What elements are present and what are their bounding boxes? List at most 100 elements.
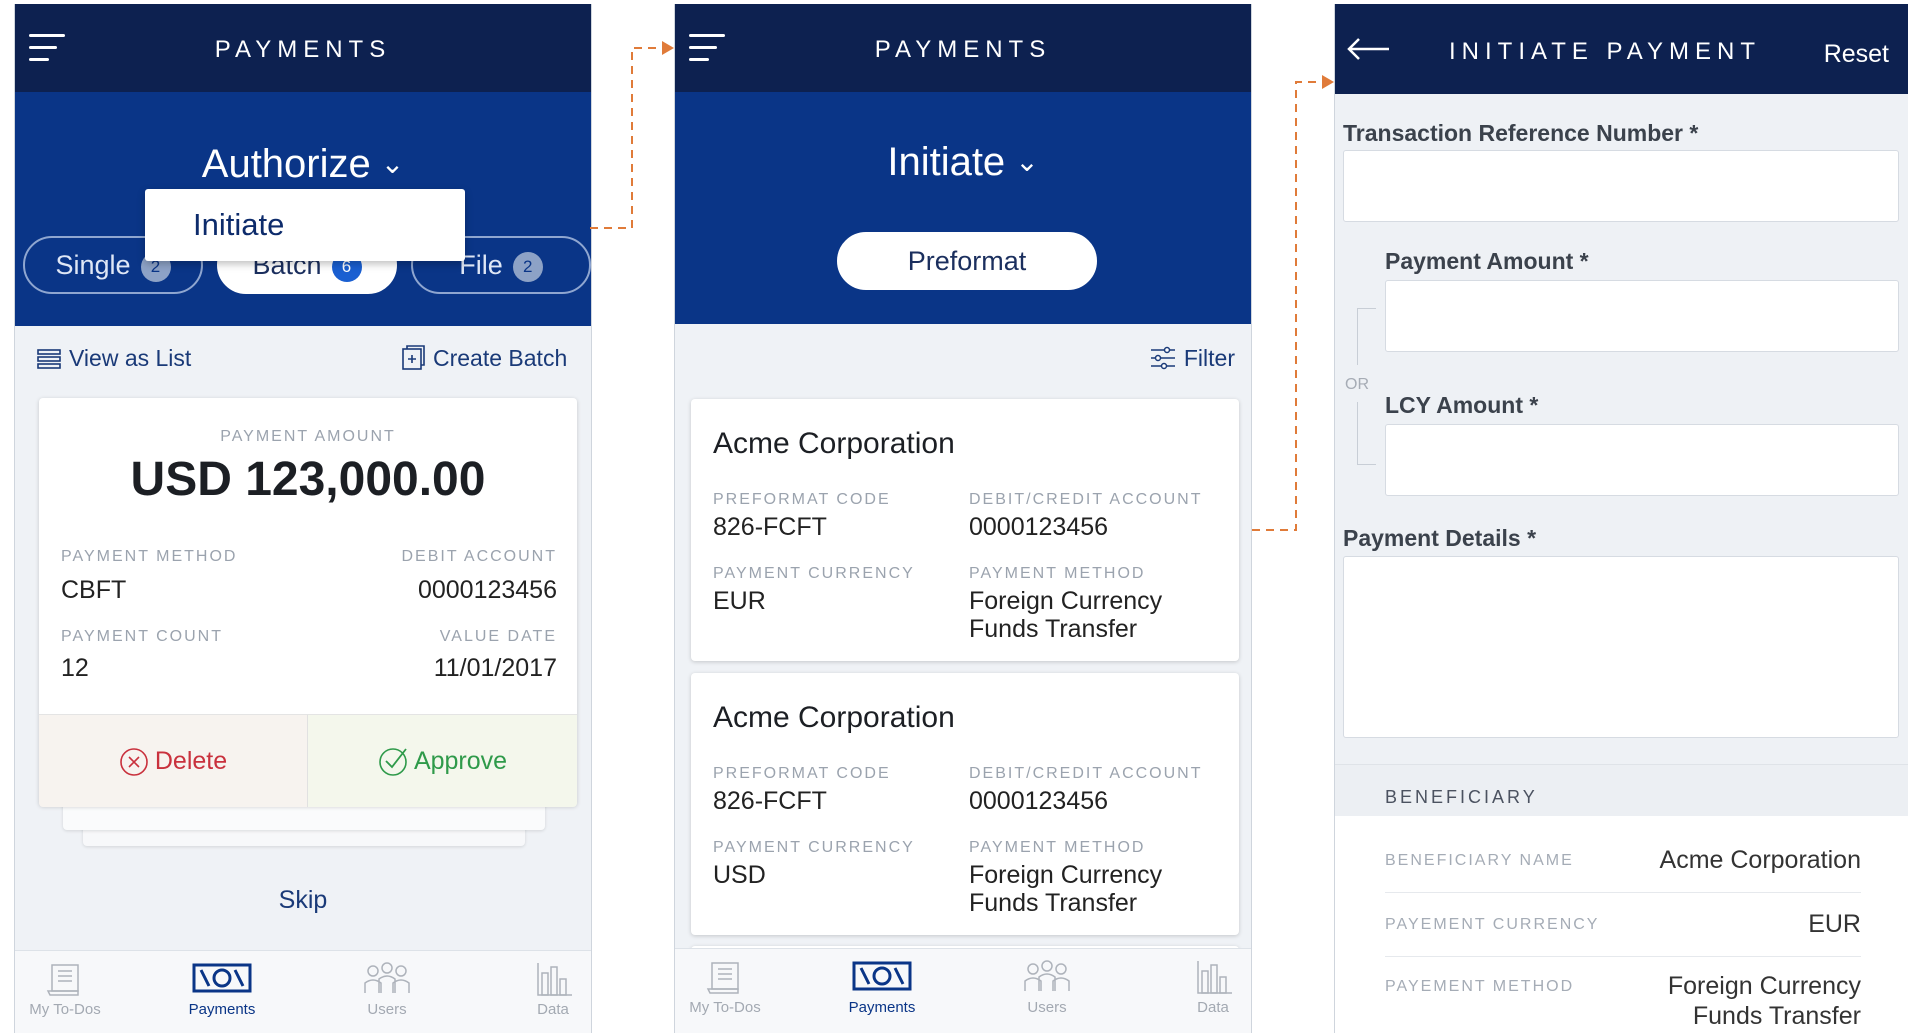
delete-button[interactable]: Delete [39, 714, 308, 807]
ref-number-label: Transaction Reference Number * [1343, 120, 1699, 146]
or-label: OR [1345, 376, 1369, 393]
currency-label: PAYMENT CURRENCY [713, 839, 915, 856]
skip-link[interactable]: Skip [15, 886, 591, 915]
code-value: 826-FCFT [713, 513, 827, 541]
flow-arrow-1 [590, 41, 674, 229]
back-arrow-icon[interactable] [1345, 36, 1391, 62]
lcy-amount-input[interactable] [1385, 424, 1899, 496]
nav-payments[interactable]: Payments [832, 957, 932, 1016]
bar-chart-icon [1197, 961, 1232, 994]
money-icon [852, 961, 912, 991]
count-label: PAYMENT COUNT [61, 628, 224, 645]
payment-amount-input[interactable] [1385, 280, 1899, 352]
filter-label: Filter [1183, 345, 1235, 371]
tab-label: File [459, 250, 503, 280]
page-title: INITIATE PAYMENT [1449, 38, 1762, 65]
filter-button[interactable]: Filter [1150, 345, 1235, 372]
nav-label: Payments [848, 999, 916, 1016]
nav-label: Data [537, 1001, 569, 1018]
debit-label: DEBIT ACCOUNT [401, 548, 557, 565]
nav-my-todos[interactable]: My To-Dos [675, 957, 775, 1016]
beneficiary-details: BENEFICIARY NAME Acme Corporation PAYEME… [1335, 816, 1908, 1033]
beneficiary-name: Acme Corporation [1659, 846, 1861, 874]
dropdown-item-initiate[interactable]: Initiate [193, 207, 284, 243]
currency-value: EUR [713, 587, 766, 615]
or-bracket [1357, 308, 1376, 365]
flow-arrow-2 [1252, 75, 1334, 531]
lcy-amount-label: LCY Amount * [1385, 392, 1539, 418]
nav-payments[interactable]: Payments [172, 959, 272, 1018]
debit-value: 0000123456 [417, 576, 557, 604]
todo-scroll-icon [706, 962, 739, 994]
method-label: PAYMENT METHOD [969, 839, 1146, 856]
mode-label: Initiate [887, 140, 1006, 184]
value-date-label: VALUE DATE [439, 628, 557, 645]
payment-details-input[interactable] [1343, 556, 1899, 738]
create-batch-label: Create Batch [433, 345, 568, 371]
delete-x-icon [120, 748, 148, 776]
value-date: 11/01/2017 [433, 654, 557, 682]
nav-data[interactable]: Data [503, 959, 591, 1018]
chevron-down-icon: ⌄ [380, 148, 405, 179]
initiate-payment-screen: INITIATE PAYMENT Reset Transaction Refer… [1334, 4, 1908, 1033]
reset-button[interactable]: Reset [1824, 40, 1889, 69]
page-title: PAYMENTS [874, 36, 1052, 63]
nav-label: Payments [188, 1001, 256, 1018]
currency-value: USD [713, 861, 766, 889]
account-value: 0000123456 [969, 513, 1109, 541]
count-badge: 2 [512, 251, 543, 282]
amount-label: PAYMENT AMOUNT [220, 428, 396, 445]
users-icon [364, 962, 410, 993]
tab-label: Single [55, 250, 131, 280]
mode-selector[interactable]: Initiate ⌄ [675, 140, 1251, 185]
count-value: 12 [61, 654, 89, 682]
nav-label: Data [1197, 999, 1229, 1016]
delete-label: Delete [154, 747, 228, 775]
nav-users[interactable]: Users [997, 957, 1097, 1016]
nav-label: Users [367, 1001, 407, 1018]
code-label: PREFORMAT CODE [713, 491, 891, 508]
method-line2: Funds Transfer [969, 615, 1138, 643]
currency-label: PAYEMENT CURRENCY [1385, 916, 1600, 933]
nav-data[interactable]: Data [1163, 957, 1251, 1016]
preformat-card[interactable]: Acme Corporation PREFORMAT CODE 826-FCFT… [691, 399, 1239, 661]
mode-selector[interactable]: Authorize ⌄ [15, 142, 591, 187]
nav-users[interactable]: Users [337, 959, 437, 1018]
filter-sliders-icon [1150, 346, 1175, 370]
method-label: PAYMENT METHOD [969, 565, 1146, 582]
ref-number-input[interactable] [1343, 150, 1899, 222]
payments-authorize-screen: PAYMENTS Authorize ⌄ Single 2 Batch 6 File 2… [14, 4, 592, 1033]
tab-preformat[interactable]: Preformat [837, 232, 1097, 290]
todo-scroll-icon [46, 964, 79, 996]
nav-label: Users [1027, 999, 1067, 1016]
nav-my-todos[interactable]: My To-Dos [15, 959, 115, 1018]
bar-chart-icon [537, 963, 572, 996]
view-as-list-link[interactable]: View as List [37, 345, 191, 372]
bottom-nav: My To-Dos Payments Users Data [15, 950, 591, 1033]
or-bracket [1357, 402, 1376, 465]
method-value: CBFT [61, 576, 127, 604]
top-bar: INITIATE PAYMENT Reset [1335, 4, 1908, 94]
batch-card[interactable]: PAYMENT AMOUNT USD 123,000.00 PAYMENT ME… [39, 398, 577, 807]
account-label: DEBIT/CREDIT ACCOUNT [969, 765, 1203, 782]
money-icon [192, 963, 252, 993]
approve-button[interactable]: Approve [308, 714, 577, 807]
account-label: DEBIT/CREDIT ACCOUNT [969, 491, 1203, 508]
method-line1: Foreign Currency [969, 861, 1163, 889]
tab-label: Preformat [907, 246, 1027, 276]
company-name: Acme Corporation [713, 427, 955, 460]
row-divider [1385, 956, 1861, 957]
payments-initiate-screen: PAYMENTS Initiate ⌄ Preformat Filter Acme… [674, 4, 1252, 1033]
mode-dropdown[interactable]: Initiate [145, 189, 465, 261]
currency-label: PAYMENT CURRENCY [713, 565, 915, 582]
bottom-nav: My To-Dos Payments Users Data [675, 948, 1251, 1033]
create-batch-link[interactable]: Create Batch [401, 345, 567, 372]
top-bar: PAYMENTS [15, 4, 591, 92]
chevron-down-icon: ⌄ [1015, 146, 1039, 177]
preformat-card[interactable]: Acme Corporation PREFORMAT CODE 826-FCFT… [691, 673, 1239, 935]
mode-label: Authorize [201, 142, 371, 186]
method-line1: Foreign Currency [969, 587, 1163, 615]
company-name: Acme Corporation [713, 701, 955, 734]
nav-label: My To-Dos [689, 999, 761, 1016]
beneficiary-header: BENEFICIARY [1335, 764, 1908, 818]
